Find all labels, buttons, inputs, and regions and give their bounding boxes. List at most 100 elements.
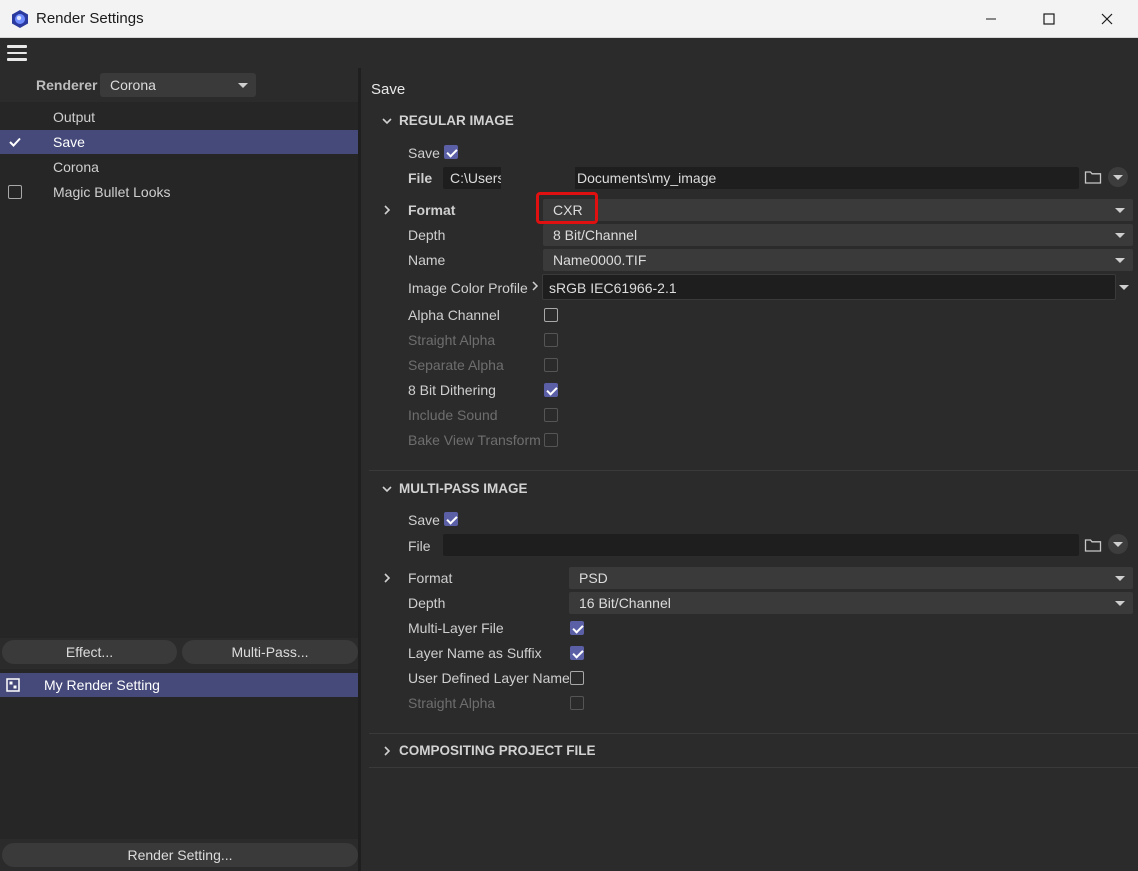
user-defined-layer-name-checkbox[interactable] bbox=[570, 671, 584, 685]
layer-name-suffix-label: Layer Name as Suffix bbox=[408, 645, 542, 661]
menu-bar bbox=[0, 38, 1138, 68]
tree-item-save[interactable]: Save bbox=[0, 130, 358, 154]
render-setting-button[interactable]: Render Setting... bbox=[2, 843, 358, 867]
file-label: File bbox=[408, 170, 433, 186]
render-setting-item[interactable]: My Render Setting bbox=[0, 673, 358, 697]
mp-format-expand[interactable] bbox=[371, 566, 401, 590]
separate-alpha-label: Separate Alpha bbox=[408, 357, 504, 373]
section-divider bbox=[369, 733, 1138, 734]
save-label: Save bbox=[408, 145, 440, 161]
settings-tree: Renderer Corona Output Save Corona Magic… bbox=[0, 68, 358, 638]
chevron-right-icon bbox=[384, 746, 391, 756]
hamburger-menu-icon[interactable] bbox=[7, 45, 27, 61]
multi-layer-file-checkbox[interactable] bbox=[570, 621, 584, 635]
mp-depth-label: Depth bbox=[408, 595, 446, 611]
section-divider bbox=[369, 767, 1138, 768]
chevron-down-icon[interactable] bbox=[1119, 285, 1129, 290]
chevron-down-icon bbox=[382, 486, 392, 493]
window-title: Render Settings bbox=[36, 10, 144, 27]
title-bar: Render Settings bbox=[0, 0, 1138, 38]
renderer-value: Corona bbox=[110, 77, 156, 93]
separate-alpha-checkbox bbox=[544, 358, 558, 372]
save-checkbox[interactable] bbox=[444, 145, 458, 159]
mp-save-checkbox[interactable] bbox=[444, 512, 458, 526]
renderer-row: Renderer Corona bbox=[0, 68, 358, 102]
dithering-label: 8 Bit Dithering bbox=[408, 382, 496, 398]
tree-item-corona[interactable]: Corona bbox=[0, 155, 358, 179]
mp-file-options-button[interactable] bbox=[1108, 534, 1128, 554]
chevron-right-icon bbox=[384, 205, 391, 215]
tree-item-label: Save bbox=[53, 134, 85, 150]
file-path-end: Documents\my_image bbox=[577, 170, 717, 186]
file-options-button[interactable] bbox=[1108, 167, 1128, 187]
chevron-down-icon bbox=[1115, 208, 1125, 213]
format-label: Format bbox=[408, 202, 456, 218]
mp-format-dropdown[interactable]: PSD bbox=[569, 567, 1133, 589]
mp-depth-dropdown[interactable]: 16 Bit/Channel bbox=[569, 592, 1133, 614]
folder-icon[interactable] bbox=[1084, 169, 1102, 185]
file-path-start: C:\Users bbox=[450, 170, 505, 186]
user-defined-layer-name-label: User Defined Layer Name bbox=[408, 670, 570, 686]
tree-item-label: Corona bbox=[53, 159, 99, 175]
chevron-right-icon[interactable] bbox=[530, 279, 540, 293]
dithering-checkbox[interactable] bbox=[544, 383, 558, 397]
render-setting-icon bbox=[6, 678, 20, 692]
right-panel: Save REGULAR IMAGE Save File C:\Users Do… bbox=[361, 68, 1138, 871]
name-dropdown[interactable]: Name0000.TIF bbox=[543, 249, 1133, 271]
straight-alpha-label: Straight Alpha bbox=[408, 332, 496, 348]
depth-label: Depth bbox=[408, 227, 446, 243]
format-dropdown[interactable]: CXR bbox=[543, 199, 1133, 221]
minimize-icon bbox=[986, 18, 996, 20]
mp-straight-alpha-checkbox bbox=[570, 696, 584, 710]
tree-item-label: Magic Bullet Looks bbox=[53, 184, 171, 200]
section-multi-pass-image[interactable]: MULTI-PASS IMAGE bbox=[371, 477, 1131, 501]
mp-format-label: Format bbox=[408, 570, 453, 586]
section-heading: REGULAR IMAGE bbox=[399, 113, 514, 128]
maximize-button[interactable] bbox=[1020, 0, 1078, 38]
mp-straight-alpha-label: Straight Alpha bbox=[408, 695, 496, 711]
color-profile-field[interactable]: sRGB IEC61966-2.1 bbox=[542, 274, 1116, 300]
tree-item-output[interactable]: Output bbox=[0, 105, 358, 129]
section-regular-image[interactable]: REGULAR IMAGE bbox=[371, 109, 1131, 133]
name-value: Name0000.TIF bbox=[553, 252, 647, 268]
maximize-icon bbox=[1043, 13, 1055, 25]
left-panel: Renderer Corona Output Save Corona Magic… bbox=[0, 68, 360, 871]
minimize-button[interactable] bbox=[962, 0, 1020, 38]
chevron-down-icon bbox=[1115, 576, 1125, 581]
effect-button[interactable]: Effect... bbox=[2, 640, 177, 664]
cinema4d-app-icon bbox=[12, 10, 28, 28]
close-icon bbox=[1101, 13, 1113, 25]
enable-checkbox[interactable] bbox=[8, 185, 22, 199]
tree-item-label: Output bbox=[53, 109, 96, 125]
include-sound-checkbox bbox=[544, 408, 558, 422]
bake-view-transform-checkbox bbox=[544, 433, 558, 447]
mp-format-value: PSD bbox=[579, 570, 608, 586]
close-button[interactable] bbox=[1078, 0, 1136, 38]
chevron-down-icon bbox=[1113, 175, 1123, 180]
alpha-channel-checkbox[interactable] bbox=[544, 308, 558, 322]
multi-pass-button[interactable]: Multi-Pass... bbox=[182, 640, 358, 664]
renderer-label: Renderer bbox=[36, 77, 98, 93]
name-label: Name bbox=[408, 252, 446, 268]
renderer-dropdown[interactable]: Corona bbox=[100, 73, 256, 97]
chevron-right-icon bbox=[384, 573, 391, 583]
section-heading: COMPOSITING PROJECT FILE bbox=[399, 743, 596, 758]
chevron-down-icon bbox=[1113, 542, 1123, 547]
layer-name-suffix-checkbox[interactable] bbox=[570, 646, 584, 660]
file-path-input[interactable]: C:\Users Documents\my_image bbox=[443, 167, 1079, 189]
mp-file-path-input[interactable] bbox=[443, 534, 1079, 556]
checkmark-icon[interactable] bbox=[8, 135, 22, 149]
tree-item-magic-bullet-looks[interactable]: Magic Bullet Looks bbox=[0, 180, 358, 204]
chevron-down-icon bbox=[1115, 258, 1125, 263]
render-settings-list: My Render Setting bbox=[0, 669, 358, 839]
folder-icon[interactable] bbox=[1084, 537, 1102, 553]
format-expand[interactable] bbox=[371, 198, 401, 222]
section-compositing-project-file[interactable]: COMPOSITING PROJECT FILE bbox=[371, 739, 1131, 763]
chevron-down-icon bbox=[382, 118, 392, 125]
mp-file-label: File bbox=[408, 538, 431, 554]
color-profile-label: Image Color Profile bbox=[408, 280, 528, 296]
include-sound-label: Include Sound bbox=[408, 407, 498, 423]
depth-dropdown[interactable]: 8 Bit/Channel bbox=[543, 224, 1133, 246]
chevron-down-icon bbox=[1115, 233, 1125, 238]
highlight-box bbox=[536, 192, 598, 224]
